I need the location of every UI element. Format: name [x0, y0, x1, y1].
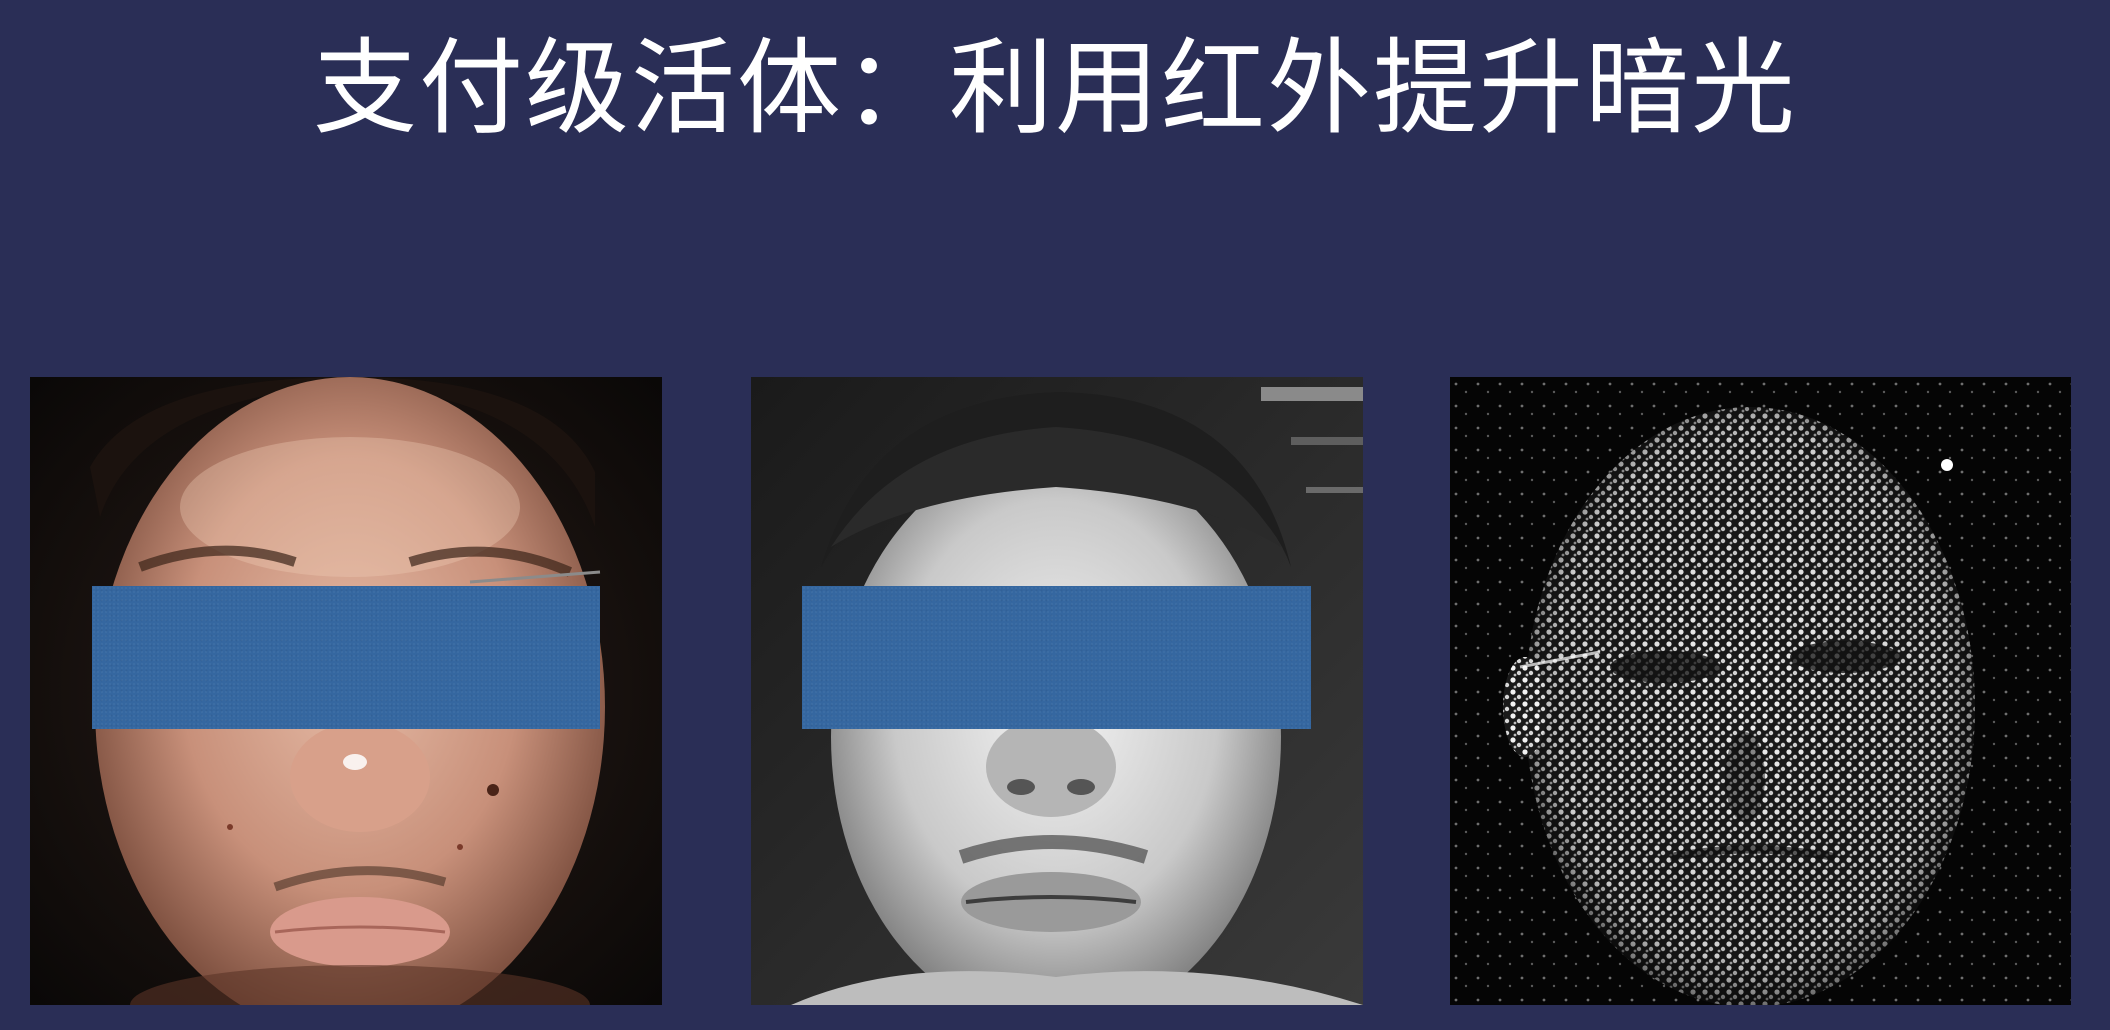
privacy-mask-bar [802, 586, 1311, 729]
infrared-face-image [751, 377, 1363, 1005]
dot-pattern-face-image [1450, 377, 2071, 1005]
slide-title: 支付级活体：利用红外提升暗光 [312, 27, 1797, 149]
rgb-face-image [30, 377, 662, 1005]
dot-pattern-face-illustration [1450, 377, 2071, 1005]
privacy-mask-bar [92, 586, 600, 729]
